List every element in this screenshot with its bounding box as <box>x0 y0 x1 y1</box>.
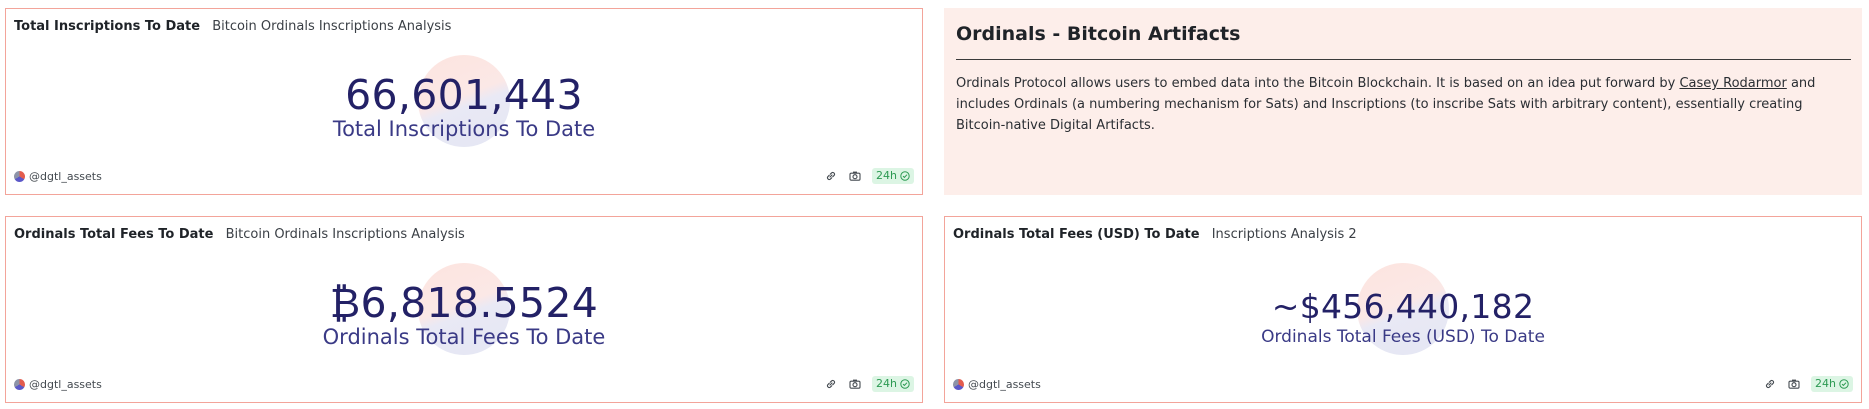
panel-header: Total Inscriptions To Date Bitcoin Ordin… <box>14 19 451 35</box>
refresh-badge[interactable]: 24h <box>872 376 914 392</box>
author-name: @dgtl_assets <box>29 378 102 391</box>
link-icon[interactable] <box>824 377 838 391</box>
counter: 66,601,443 Total Inscriptions To Date <box>6 49 922 159</box>
total-inscriptions-panel: Total Inscriptions To Date Bitcoin Ordin… <box>5 8 923 195</box>
panel-title[interactable]: Ordinals Total Fees (USD) To Date <box>953 227 1200 242</box>
panel-footer: @dgtl_assets 24h <box>14 376 914 394</box>
panel-subtitle[interactable]: Inscriptions Analysis 2 <box>1212 227 1357 242</box>
body-text-part-1: Ordinals Protocol allows users to embed … <box>956 76 1680 91</box>
title-divider <box>956 59 1851 60</box>
counter: ₿6,818.5524 Ordinals Total Fees To Date <box>6 257 922 367</box>
text-panel-title: Ordinals - Bitcoin Artifacts <box>956 23 1241 45</box>
link-icon[interactable] <box>824 169 838 183</box>
counter-value: 66,601,443 <box>345 71 583 119</box>
panel-header: Ordinals Total Fees To Date Bitcoin Ordi… <box>14 227 465 243</box>
panel-subtitle[interactable]: Bitcoin Ordinals Inscriptions Analysis <box>212 19 451 34</box>
author-name: @dgtl_assets <box>29 170 102 183</box>
counter-label: Ordinals Total Fees To Date <box>322 325 606 349</box>
check-circle-icon <box>900 171 910 181</box>
camera-icon[interactable] <box>848 169 862 183</box>
link-icon[interactable] <box>1763 377 1777 391</box>
author-link[interactable]: @dgtl_assets <box>14 378 102 391</box>
refresh-badge[interactable]: 24h <box>872 168 914 184</box>
avatar <box>953 379 964 390</box>
text-panel-body: Ordinals Protocol allows users to embed … <box>956 73 1847 136</box>
total-fees-btc-panel: Ordinals Total Fees To Date Bitcoin Ordi… <box>5 216 923 403</box>
panel-title[interactable]: Ordinals Total Fees To Date <box>14 227 213 242</box>
panel-footer: @dgtl_assets 24h <box>953 376 1853 394</box>
counter-label: Ordinals Total Fees (USD) To Date <box>1261 327 1545 347</box>
panel-subtitle[interactable]: Bitcoin Ordinals Inscriptions Analysis <box>226 227 465 242</box>
panel-footer: @dgtl_assets 24h <box>14 168 914 186</box>
ordinals-description-panel: Ordinals - Bitcoin Artifacts Ordinals Pr… <box>944 8 1862 195</box>
panel-title[interactable]: Total Inscriptions To Date <box>14 19 200 34</box>
footer-tools: 24h <box>824 168 914 184</box>
check-circle-icon <box>1839 379 1849 389</box>
avatar <box>14 171 25 182</box>
refresh-badge[interactable]: 24h <box>1811 376 1853 392</box>
check-circle-icon <box>900 379 910 389</box>
author-name: @dgtl_assets <box>968 378 1041 391</box>
footer-tools: 24h <box>824 376 914 392</box>
counter-label: Total Inscriptions To Date <box>332 117 596 141</box>
counter-value: ₿6,818.5524 <box>329 279 599 327</box>
casey-rodarmor-link[interactable]: Casey Rodarmor <box>1679 76 1786 91</box>
counter-value: ~$456,440,182 <box>1271 287 1535 326</box>
camera-icon[interactable] <box>848 377 862 391</box>
panel-header: Ordinals Total Fees (USD) To Date Inscri… <box>953 227 1357 243</box>
counter: ~$456,440,182 Ordinals Total Fees (USD) … <box>945 257 1861 367</box>
total-fees-usd-panel: Ordinals Total Fees (USD) To Date Inscri… <box>944 216 1862 403</box>
author-link[interactable]: @dgtl_assets <box>953 378 1041 391</box>
camera-icon[interactable] <box>1787 377 1801 391</box>
footer-tools: 24h <box>1763 376 1853 392</box>
author-link[interactable]: @dgtl_assets <box>14 170 102 183</box>
refresh-interval: 24h <box>1815 377 1836 390</box>
avatar <box>14 379 25 390</box>
refresh-interval: 24h <box>876 169 897 182</box>
refresh-interval: 24h <box>876 377 897 390</box>
